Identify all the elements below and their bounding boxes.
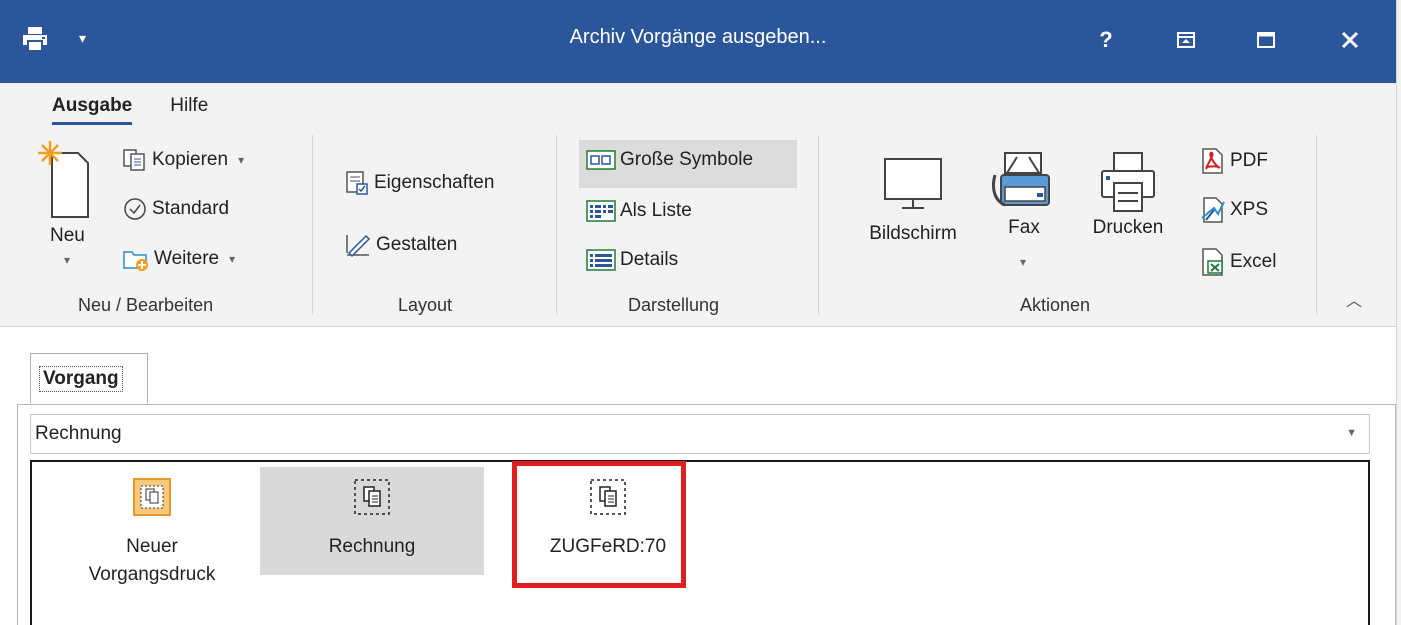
list-item-label: Neuer xyxy=(126,536,178,557)
weitere-button[interactable]: Weitere ▾ xyxy=(122,246,235,272)
grosse-symbole-button[interactable]: Große Symbole xyxy=(586,149,753,171)
group-separator xyxy=(556,135,557,315)
gestalten-label: Gestalten xyxy=(376,234,458,255)
tab-ausgabe[interactable]: Ausgabe xyxy=(52,95,133,125)
help-button[interactable]: ? xyxy=(1086,20,1126,60)
title-bar: ▾ Archiv Vorgänge ausgeben... ? xyxy=(0,0,1396,83)
weitere-label: Weitere xyxy=(154,248,220,269)
eigenschaften-button[interactable]: Eigenschaften xyxy=(344,170,494,196)
highlight-frame xyxy=(512,461,686,588)
collapse-ribbon-icon[interactable]: ︿ xyxy=(1346,287,1362,311)
close-icon xyxy=(1341,31,1359,49)
window-edge xyxy=(1396,0,1401,625)
als-liste-label: Als Liste xyxy=(620,200,692,221)
vorgang-select[interactable]: Rechnung ▼ xyxy=(30,414,1370,454)
folder-add-icon xyxy=(123,251,148,271)
tab-vorgang-label: Vorgang xyxy=(39,366,123,392)
neu-dropdown-icon[interactable]: ▾ xyxy=(64,253,70,267)
neu-label[interactable]: Neu xyxy=(50,225,85,247)
xps-icon xyxy=(1201,197,1225,223)
document-copy-icon xyxy=(352,477,392,523)
pdf-label: PDF xyxy=(1230,150,1268,171)
properties-icon xyxy=(346,171,368,195)
chevron-down-icon: ▼ xyxy=(1346,427,1357,439)
close-button[interactable] xyxy=(1330,20,1370,60)
excel-label: Excel xyxy=(1230,251,1277,272)
pdf-icon xyxy=(1202,148,1223,174)
fax-label: Fax xyxy=(1008,217,1040,238)
group-separator xyxy=(312,135,313,315)
group-separator xyxy=(818,135,819,315)
group-label-aktionen: Aktionen xyxy=(1020,295,1091,315)
grosse-symbole-label: Große Symbole xyxy=(620,149,754,170)
eigenschaften-label: Eigenschaften xyxy=(374,172,495,193)
design-pen-icon xyxy=(346,234,371,258)
bildschirm-label: Bildschirm xyxy=(869,223,957,244)
list-item-label: Rechnung xyxy=(328,536,416,557)
large-icons-icon xyxy=(586,150,616,170)
fax-button[interactable]: Fax xyxy=(988,149,1060,239)
als-liste-button[interactable]: Als Liste xyxy=(586,199,692,223)
print-layout-list: Neuer Vorgangsdruck Rechnung ZUGFeRD:70 xyxy=(30,460,1370,625)
details-view-icon xyxy=(586,249,616,271)
printer-icon xyxy=(1101,152,1155,212)
new-document-icon xyxy=(38,141,89,218)
maximize-button[interactable] xyxy=(1246,20,1286,60)
fax-icon xyxy=(991,152,1050,207)
details-button[interactable]: Details xyxy=(586,248,678,272)
check-circle-icon xyxy=(124,198,146,220)
content-tabstrip: Vorgang xyxy=(17,327,1396,407)
maximize-icon xyxy=(1257,32,1275,48)
group-label-darstellung: Darstellung xyxy=(628,295,720,315)
excel-icon xyxy=(1202,248,1223,276)
chevron-down-icon: ▾ xyxy=(238,153,245,167)
list-item[interactable]: Rechnung xyxy=(260,467,484,575)
neu-button[interactable] xyxy=(36,139,96,225)
xps-label: XPS xyxy=(1230,199,1269,220)
tab-hilfe[interactable]: Hilfe xyxy=(170,95,208,125)
list-item[interactable]: Neuer Vorgangsdruck xyxy=(40,467,264,585)
vorgang-select-value: Rechnung xyxy=(35,423,122,444)
drucken-button[interactable]: Drucken xyxy=(1080,149,1176,239)
standard-button[interactable]: Standard xyxy=(122,197,229,221)
list-item-label: Vorgangsdruck xyxy=(88,564,216,585)
xps-button[interactable]: XPS xyxy=(1200,196,1268,224)
new-print-icon xyxy=(132,477,172,523)
pdf-button[interactable]: PDF xyxy=(1200,147,1268,175)
ribbon: Ausgabe Hilfe Neu ▾ Kopieren ▾ Standard … xyxy=(0,83,1396,327)
excel-button[interactable]: Excel xyxy=(1200,247,1276,277)
group-separator xyxy=(1316,135,1317,315)
bildschirm-button[interactable]: Bildschirm xyxy=(856,155,970,245)
tab-vorgang[interactable]: Vorgang xyxy=(30,353,148,403)
drucken-label: Drucken xyxy=(1092,217,1164,238)
ribbon-display-icon xyxy=(1177,32,1195,48)
ribbon-tabs: Ausgabe Hilfe xyxy=(52,95,208,125)
copy-icon xyxy=(123,149,145,171)
fax-dropdown-icon[interactable]: ▾ xyxy=(1020,255,1026,269)
gestalten-button[interactable]: Gestalten xyxy=(344,231,457,259)
group-label-layout: Layout xyxy=(398,295,453,315)
monitor-icon xyxy=(884,158,942,209)
kopieren-button[interactable]: Kopieren ▾ xyxy=(122,148,244,172)
standard-label: Standard xyxy=(152,198,230,219)
kopieren-label: Kopieren xyxy=(152,149,229,170)
details-label: Details xyxy=(620,249,679,270)
group-label-neu: Neu / Bearbeiten xyxy=(78,295,214,315)
chevron-down-icon: ▾ xyxy=(229,252,236,266)
restore-ribbon-button[interactable] xyxy=(1166,20,1206,60)
list-view-icon xyxy=(586,200,616,222)
